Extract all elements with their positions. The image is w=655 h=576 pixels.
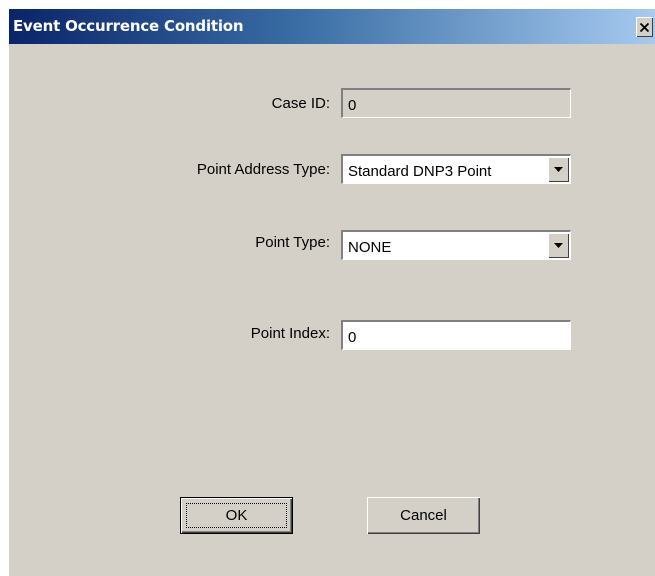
dropdown-arrow-icon <box>554 243 563 248</box>
dropdown-arrow-icon <box>554 167 563 172</box>
point-address-type-label: Point Address Type: <box>196 161 330 178</box>
ok-button-label: OK <box>225 507 248 524</box>
close-button[interactable] <box>636 17 653 37</box>
point-type-label: Point Type: <box>255 234 330 251</box>
point-index-input[interactable]: 0 <box>341 320 571 350</box>
point-address-type-select[interactable]: Standard DNP3 Point <box>341 154 571 184</box>
point-address-type-value: Standard DNP3 Point <box>348 163 492 180</box>
ok-button[interactable]: OK <box>180 497 293 534</box>
close-icon <box>640 22 649 32</box>
event-occurrence-dialog: Event Occurrence Condition Case ID: 0 Po… <box>9 9 655 576</box>
point-address-type-dropdown-button[interactable] <box>548 157 569 182</box>
point-type-dropdown-button[interactable] <box>548 233 569 258</box>
case-id-field: 0 <box>341 88 571 118</box>
case-id-label: Case ID: <box>271 95 330 112</box>
point-index-label: Point Index: <box>250 325 330 342</box>
cancel-button-label: Cancel <box>400 507 447 524</box>
point-type-value: NONE <box>348 239 392 256</box>
point-type-select[interactable]: NONE <box>341 230 571 260</box>
dialog-title: Event Occurrence Condition <box>13 17 244 35</box>
title-bar[interactable]: Event Occurrence Condition <box>9 9 655 44</box>
cancel-button[interactable]: Cancel <box>367 497 480 534</box>
